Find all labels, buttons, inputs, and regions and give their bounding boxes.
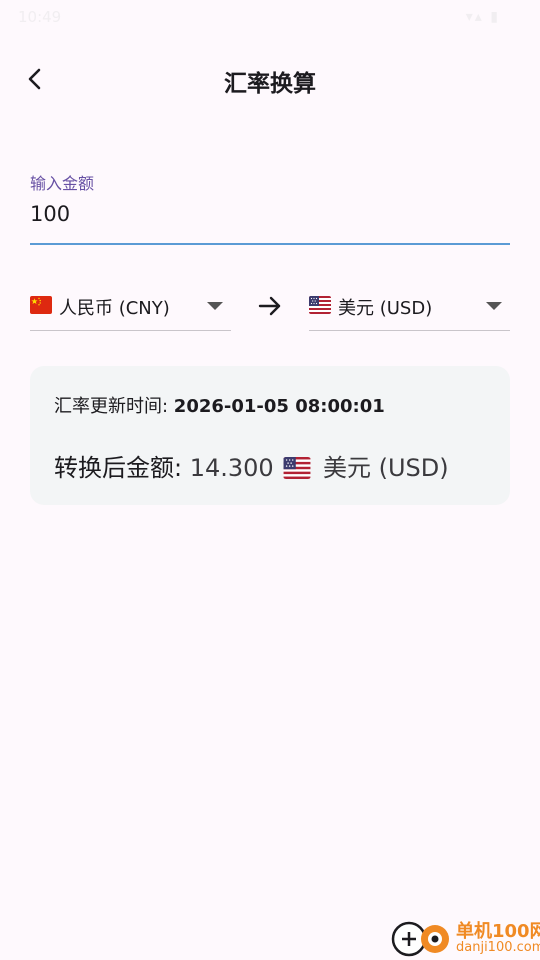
from-currency-dropdown[interactable]: 人民币 (CNY) (30, 282, 231, 331)
arrow-right-icon (258, 296, 281, 316)
amount-label: 输入金额 (30, 174, 95, 193)
amount-input[interactable] (30, 198, 510, 230)
watermark: 单机100网 danji100.com (390, 915, 540, 960)
status-icons: ▾▴ ▮ (465, 9, 500, 25)
amount-underline (30, 243, 510, 245)
cn-flag-icon (30, 296, 52, 314)
currency-row: 人民币 (CNY) 美元 (USD) (30, 282, 510, 332)
watermark-url: danji100.com (456, 940, 540, 955)
result-card: 汇率更新时间: 2026-01-05 08:00:01 转换后金额: 14.30… (30, 366, 510, 505)
caret-down-icon (207, 302, 223, 310)
update-time-value: 2026-01-05 08:00:01 (173, 396, 385, 417)
status-time: 10:49 (18, 8, 62, 26)
converted-currency-label: 美元 (USD) (322, 454, 449, 482)
to-currency-label: 美元 (USD) (338, 298, 433, 319)
danji-logo-icon (391, 921, 449, 957)
to-currency-dropdown[interactable]: 美元 (USD) (309, 282, 510, 331)
us-flag-icon (309, 296, 331, 314)
converted-amount-line: 转换后金额: 14.300 美元 (USD) (54, 448, 449, 483)
us-flag-icon (283, 457, 311, 479)
app-bar: 汇率换算 (0, 44, 540, 114)
page-title: 汇率换算 (224, 71, 316, 97)
update-time-label: 汇率更新时间: (54, 396, 174, 417)
converted-amount-value: 14.300 (189, 454, 274, 482)
converted-amount-label: 转换后金额: (54, 454, 190, 482)
status-bar: 10:49 ▾▴ ▮ (0, 0, 540, 36)
update-time-line: 汇率更新时间: 2026-01-05 08:00:01 (54, 392, 385, 418)
from-currency-label: 人民币 (CNY) (59, 298, 170, 319)
amount-field[interactable]: 输入金额 (30, 168, 510, 246)
caret-down-icon (486, 302, 502, 310)
